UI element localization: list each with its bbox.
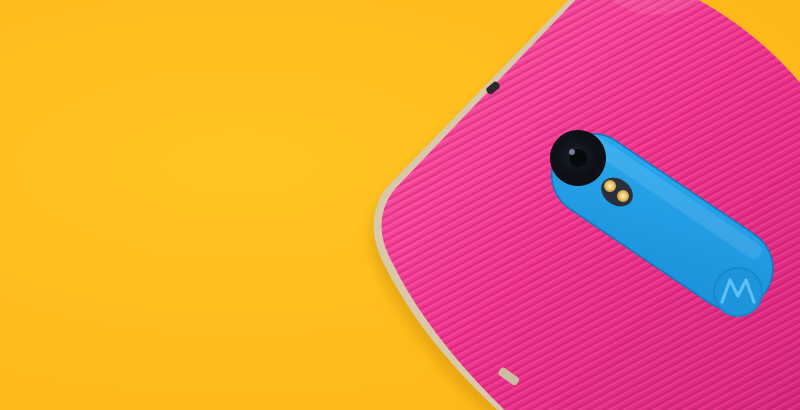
camera-lens-group: [550, 130, 606, 186]
photo-scene: [0, 0, 800, 410]
flash-led-2: [617, 190, 629, 202]
motorola-logo-icon: [713, 267, 763, 317]
flash-led-1: [604, 180, 616, 192]
camera-lens-glint: [569, 149, 575, 155]
phone-illustration: [370, 0, 800, 410]
